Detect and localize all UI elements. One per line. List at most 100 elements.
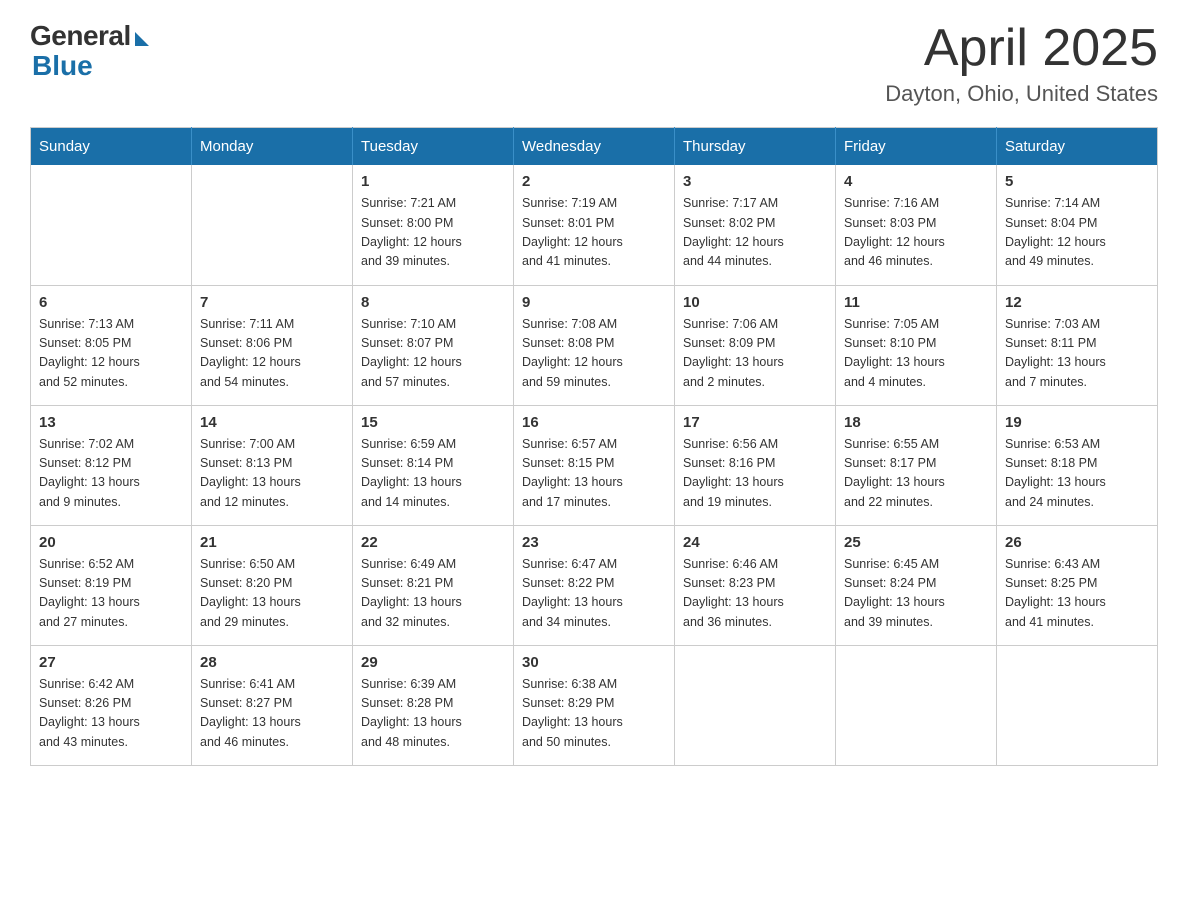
calendar-cell: 2 Sunrise: 7:19 AM Sunset: 8:01 PM Daylig… xyxy=(514,165,675,285)
day-number: 19 xyxy=(1005,414,1149,431)
day-info: Sunrise: 7:05 AM Sunset: 8:10 PM Dayligh… xyxy=(844,315,988,393)
day-number: 9 xyxy=(522,294,666,311)
day-number: 24 xyxy=(683,534,827,551)
calendar-week-row-1: 6 Sunrise: 7:13 AM Sunset: 8:05 PM Daylig… xyxy=(31,285,1158,405)
day-number: 27 xyxy=(39,654,183,671)
day-info: Sunrise: 6:50 AM Sunset: 8:20 PM Dayligh… xyxy=(200,555,344,633)
calendar-cell: 13 Sunrise: 7:02 AM Sunset: 8:12 PM Dayli… xyxy=(31,405,192,525)
day-number: 15 xyxy=(361,414,505,431)
calendar-cell: 9 Sunrise: 7:08 AM Sunset: 8:08 PM Daylig… xyxy=(514,285,675,405)
day-info: Sunrise: 7:10 AM Sunset: 8:07 PM Dayligh… xyxy=(361,315,505,393)
day-number: 5 xyxy=(1005,173,1149,190)
calendar-cell: 1Sunrise: 7:21 AM Sunset: 8:00 PM Daylig… xyxy=(353,165,514,285)
calendar-cell xyxy=(192,165,353,285)
day-number: 2 xyxy=(522,173,666,190)
calendar-header-row: SundayMondayTuesdayWednesdayThursdayFrid… xyxy=(31,128,1158,166)
calendar-cell: 30Sunrise: 6:38 AM Sunset: 8:29 PM Dayli… xyxy=(514,645,675,765)
day-info: Sunrise: 6:42 AM Sunset: 8:26 PM Dayligh… xyxy=(39,675,183,753)
calendar-cell: 25 Sunrise: 6:45 AM Sunset: 8:24 PM Dayli… xyxy=(836,525,997,645)
day-number: 17 xyxy=(683,414,827,431)
calendar-cell: 27 Sunrise: 6:42 AM Sunset: 8:26 PM Dayli… xyxy=(31,645,192,765)
calendar-header-saturday: Saturday xyxy=(997,128,1158,166)
day-number: 20 xyxy=(39,534,183,551)
day-number: 11 xyxy=(844,294,988,311)
day-info: Sunrise: 6:47 AM Sunset: 8:22 PM Dayligh… xyxy=(522,555,666,633)
day-info: Sunrise: 6:49 AM Sunset: 8:21 PM Dayligh… xyxy=(361,555,505,633)
day-number: 3 xyxy=(683,173,827,190)
day-info: Sunrise: 6:43 AM Sunset: 8:25 PM Dayligh… xyxy=(1005,555,1149,633)
day-info: Sunrise: 6:52 AM Sunset: 8:19 PM Dayligh… xyxy=(39,555,183,633)
logo-arrow-icon xyxy=(135,32,149,46)
day-number: 1 xyxy=(361,173,505,190)
calendar-cell: 6 Sunrise: 7:13 AM Sunset: 8:05 PM Daylig… xyxy=(31,285,192,405)
calendar-cell: 8 Sunrise: 7:10 AM Sunset: 8:07 PM Daylig… xyxy=(353,285,514,405)
day-number: 14 xyxy=(200,414,344,431)
day-number: 22 xyxy=(361,534,505,551)
day-info: Sunrise: 7:19 AM Sunset: 8:01 PM Dayligh… xyxy=(522,194,666,272)
calendar-cell: 29Sunrise: 6:39 AM Sunset: 8:28 PM Dayli… xyxy=(353,645,514,765)
day-number: 18 xyxy=(844,414,988,431)
month-title: April 2025 xyxy=(885,20,1158,77)
logo-general-text: General xyxy=(30,20,131,52)
calendar-week-row-2: 13 Sunrise: 7:02 AM Sunset: 8:12 PM Dayli… xyxy=(31,405,1158,525)
calendar-cell: 7 Sunrise: 7:11 AM Sunset: 8:06 PM Daylig… xyxy=(192,285,353,405)
day-number: 30 xyxy=(522,654,666,671)
calendar-cell xyxy=(836,645,997,765)
day-info: Sunrise: 7:08 AM Sunset: 8:08 PM Dayligh… xyxy=(522,315,666,393)
calendar-cell xyxy=(997,645,1158,765)
day-info: Sunrise: 7:02 AM Sunset: 8:12 PM Dayligh… xyxy=(39,435,183,513)
calendar-cell: 3 Sunrise: 7:17 AM Sunset: 8:02 PM Daylig… xyxy=(675,165,836,285)
calendar-header-friday: Friday xyxy=(836,128,997,166)
day-info: Sunrise: 6:55 AM Sunset: 8:17 PM Dayligh… xyxy=(844,435,988,513)
logo: General Blue xyxy=(30,20,149,82)
calendar-week-row-3: 20 Sunrise: 6:52 AM Sunset: 8:19 PM Dayli… xyxy=(31,525,1158,645)
calendar-cell: 18 Sunrise: 6:55 AM Sunset: 8:17 PM Dayli… xyxy=(836,405,997,525)
location-title: Dayton, Ohio, United States xyxy=(885,81,1158,107)
day-number: 16 xyxy=(522,414,666,431)
day-number: 23 xyxy=(522,534,666,551)
calendar-header-wednesday: Wednesday xyxy=(514,128,675,166)
calendar-cell: 15 Sunrise: 6:59 AM Sunset: 8:14 PM Dayli… xyxy=(353,405,514,525)
calendar-header-monday: Monday xyxy=(192,128,353,166)
day-number: 25 xyxy=(844,534,988,551)
day-info: Sunrise: 7:11 AM Sunset: 8:06 PM Dayligh… xyxy=(200,315,344,393)
day-info: Sunrise: 6:46 AM Sunset: 8:23 PM Dayligh… xyxy=(683,555,827,633)
day-number: 4 xyxy=(844,173,988,190)
title-section: April 2025 Dayton, Ohio, United States xyxy=(885,20,1158,107)
day-number: 28 xyxy=(200,654,344,671)
day-number: 8 xyxy=(361,294,505,311)
calendar-header-sunday: Sunday xyxy=(31,128,192,166)
calendar-cell: 26 Sunrise: 6:43 AM Sunset: 8:25 PM Dayli… xyxy=(997,525,1158,645)
day-info: Sunrise: 7:13 AM Sunset: 8:05 PM Dayligh… xyxy=(39,315,183,393)
day-number: 7 xyxy=(200,294,344,311)
day-number: 12 xyxy=(1005,294,1149,311)
day-info: Sunrise: 6:41 AM Sunset: 8:27 PM Dayligh… xyxy=(200,675,344,753)
calendar-cell: 14 Sunrise: 7:00 AM Sunset: 8:13 PM Dayli… xyxy=(192,405,353,525)
day-info: Sunrise: 6:59 AM Sunset: 8:14 PM Dayligh… xyxy=(361,435,505,513)
calendar-header-thursday: Thursday xyxy=(675,128,836,166)
calendar-cell: 12Sunrise: 7:03 AM Sunset: 8:11 PM Dayli… xyxy=(997,285,1158,405)
calendar-week-row-4: 27 Sunrise: 6:42 AM Sunset: 8:26 PM Dayli… xyxy=(31,645,1158,765)
day-info: Sunrise: 6:39 AM Sunset: 8:28 PM Dayligh… xyxy=(361,675,505,753)
day-info: Sunrise: 7:16 AM Sunset: 8:03 PM Dayligh… xyxy=(844,194,988,272)
calendar-cell: 28 Sunrise: 6:41 AM Sunset: 8:27 PM Dayli… xyxy=(192,645,353,765)
calendar-cell: 24 Sunrise: 6:46 AM Sunset: 8:23 PM Dayli… xyxy=(675,525,836,645)
day-number: 26 xyxy=(1005,534,1149,551)
day-number: 10 xyxy=(683,294,827,311)
calendar-header-tuesday: Tuesday xyxy=(353,128,514,166)
calendar-cell: 20 Sunrise: 6:52 AM Sunset: 8:19 PM Dayli… xyxy=(31,525,192,645)
calendar-cell: 19Sunrise: 6:53 AM Sunset: 8:18 PM Dayli… xyxy=(997,405,1158,525)
day-number: 6 xyxy=(39,294,183,311)
calendar-cell: 10Sunrise: 7:06 AM Sunset: 8:09 PM Dayli… xyxy=(675,285,836,405)
day-number: 13 xyxy=(39,414,183,431)
calendar-cell: 17 Sunrise: 6:56 AM Sunset: 8:16 PM Dayli… xyxy=(675,405,836,525)
day-info: Sunrise: 7:17 AM Sunset: 8:02 PM Dayligh… xyxy=(683,194,827,272)
calendar-cell: 22 Sunrise: 6:49 AM Sunset: 8:21 PM Dayli… xyxy=(353,525,514,645)
calendar-cell: 23 Sunrise: 6:47 AM Sunset: 8:22 PM Dayli… xyxy=(514,525,675,645)
calendar-cell: 4 Sunrise: 7:16 AM Sunset: 8:03 PM Daylig… xyxy=(836,165,997,285)
day-info: Sunrise: 6:56 AM Sunset: 8:16 PM Dayligh… xyxy=(683,435,827,513)
day-info: Sunrise: 6:57 AM Sunset: 8:15 PM Dayligh… xyxy=(522,435,666,513)
day-info: Sunrise: 6:45 AM Sunset: 8:24 PM Dayligh… xyxy=(844,555,988,633)
day-info: Sunrise: 7:00 AM Sunset: 8:13 PM Dayligh… xyxy=(200,435,344,513)
day-number: 21 xyxy=(200,534,344,551)
